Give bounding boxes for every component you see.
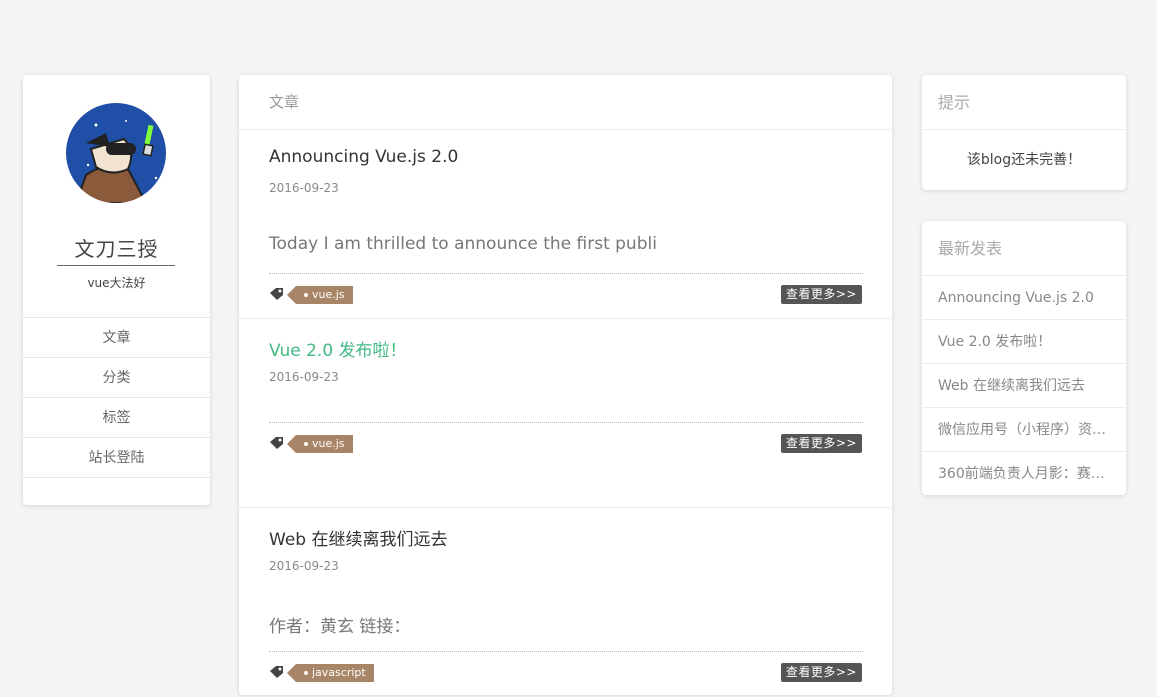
recent-post-link[interactable]: 微信应用号（小程序）资源汇总	[922, 408, 1126, 452]
tips-body: 该blog还未完善！	[966, 152, 1082, 168]
recent-post-link[interactable]: Announcing Vue.js 2.0	[922, 276, 1126, 320]
avatar[interactable]	[66, 103, 166, 203]
tag-icon	[270, 288, 283, 300]
post-tag[interactable]: vue.js	[287, 435, 353, 453]
nav-item-categories[interactable]: 分类	[23, 358, 210, 398]
post-date: 2016-09-23	[269, 559, 339, 573]
post-excerpt: 作者：黄玄 链接：	[269, 617, 411, 637]
post-item: Vue 2.0 发布啦！ 2016-09-23 vue.js 查看更多>>	[239, 319, 892, 508]
post-tag[interactable]: vue.js	[287, 286, 353, 304]
tag-icon	[270, 437, 283, 449]
name-underline	[57, 265, 175, 266]
recent-post-link[interactable]: Vue 2.0 发布啦！	[922, 320, 1126, 364]
recent-post-link[interactable]: 360前端负责人月影：赛跑...	[922, 452, 1126, 496]
recent-post-link[interactable]: Web 在继续离我们远去	[922, 364, 1126, 408]
post-divider	[269, 273, 863, 274]
post-title[interactable]: Web 在继续离我们远去	[269, 525, 447, 550]
read-more-button[interactable]: 查看更多>>	[780, 285, 862, 304]
post-date: 2016-09-23	[269, 370, 339, 384]
nav-item-tags[interactable]: 标签	[23, 398, 210, 438]
post-date: 2016-09-23	[269, 181, 339, 195]
profile-card: 文刀三授 vue大法好 文章 分类 标签 站长登陆	[23, 75, 210, 505]
nav-item-admin-login[interactable]: 站长登陆	[23, 438, 210, 478]
recent-posts-card: 最新发表 Announcing Vue.js 2.0 Vue 2.0 发布啦！ …	[922, 221, 1126, 495]
read-more-button[interactable]: 查看更多>>	[780, 663, 862, 682]
tag-icon	[270, 666, 283, 678]
posts-header: 文章	[239, 75, 892, 130]
post-title[interactable]: Vue 2.0 发布啦！	[269, 336, 407, 361]
post-tag-label: vue.js	[312, 437, 345, 450]
post-tag-label: vue.js	[312, 288, 345, 301]
tips-card: 提示 该blog还未完善！	[922, 75, 1126, 190]
post-excerpt: Today I am thrilled to announce the firs…	[269, 234, 657, 254]
post-tag[interactable]: javascript	[287, 664, 374, 682]
post-divider	[269, 422, 863, 423]
post-title[interactable]: Announcing Vue.js 2.0	[269, 147, 458, 167]
nav-item-articles[interactable]: 文章	[23, 318, 210, 358]
post-divider	[269, 651, 863, 652]
post-item: Announcing Vue.js 2.0 2016-09-23 Today I…	[239, 130, 892, 319]
author-motto: vue大法好	[87, 276, 146, 290]
posts-card: 文章 Announcing Vue.js 2.0 2016-09-23 Toda…	[239, 75, 892, 697]
recent-header: 最新发表	[922, 221, 1126, 276]
tips-header: 提示	[922, 75, 1126, 130]
post-tag-label: javascript	[312, 666, 366, 679]
profile-nav: 文章 分类 标签 站长登陆	[23, 317, 210, 478]
read-more-button[interactable]: 查看更多>>	[780, 434, 862, 453]
author-name: 文刀三授	[74, 237, 159, 261]
